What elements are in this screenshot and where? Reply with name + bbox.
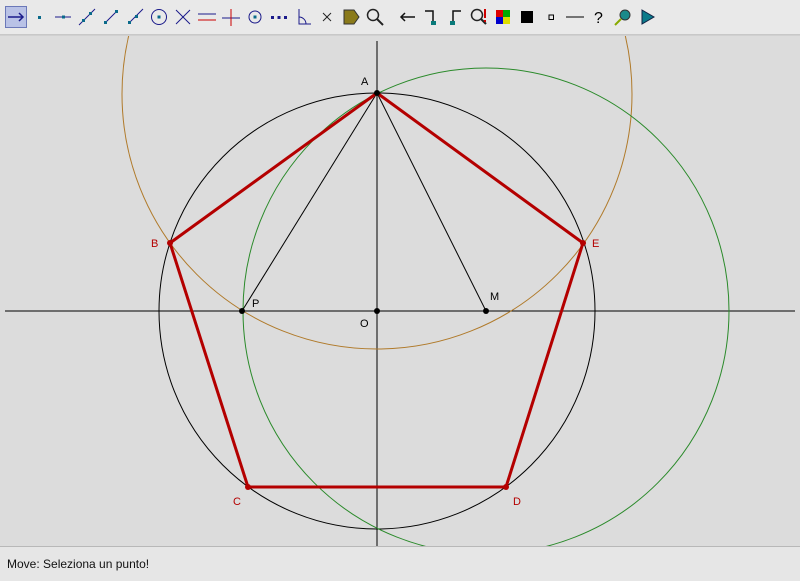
green-circle[interactable] xyxy=(242,67,730,546)
label-tag-icon xyxy=(343,9,360,25)
point-on-line-icon xyxy=(55,15,71,19)
angle-icon xyxy=(298,9,311,25)
center-point-tool-button[interactable] xyxy=(244,6,266,28)
hollow-square-icon xyxy=(548,14,554,20)
point-o[interactable] xyxy=(374,308,380,314)
segment-icon xyxy=(104,10,118,24)
line-icon xyxy=(78,8,96,26)
move-tool-button[interactable] xyxy=(5,6,27,28)
undo-tool-button[interactable] xyxy=(396,6,418,28)
delete-cross-icon xyxy=(322,12,332,22)
circle-center-icon xyxy=(248,10,262,24)
zoom-pin-icon xyxy=(614,9,631,26)
help-tool-button[interactable]: ? xyxy=(588,6,610,28)
point-c[interactable] xyxy=(245,484,251,490)
line-style-icon xyxy=(566,16,584,18)
point-m[interactable] xyxy=(483,308,489,314)
drawing-canvas[interactable]: A B C D E P M O xyxy=(0,35,800,546)
back-step-tool-button[interactable] xyxy=(444,6,466,28)
point-icon xyxy=(38,16,41,19)
segment-am[interactable] xyxy=(376,92,487,312)
midpoint-tool-button[interactable] xyxy=(268,6,290,28)
color-palette-icon xyxy=(496,10,510,24)
label-e: E xyxy=(592,238,599,250)
status-message: Move: Seleziona un punto! xyxy=(7,557,150,571)
geometry-figure[interactable]: A B C D E P M O xyxy=(0,36,800,546)
point-tool-button[interactable] xyxy=(28,6,50,28)
ray-tool-button[interactable] xyxy=(124,6,146,28)
label-b: B xyxy=(151,238,158,250)
play-icon xyxy=(641,9,655,25)
angle-tool-button[interactable] xyxy=(292,6,314,28)
macro-tool-button[interactable] xyxy=(468,6,490,28)
play-tool-button[interactable] xyxy=(636,6,658,28)
step-forward-icon xyxy=(425,10,436,25)
intersection-icon xyxy=(175,9,191,25)
label-c: C xyxy=(233,496,241,508)
question-mark-icon: ? xyxy=(594,10,603,27)
line-style-tool-button[interactable] xyxy=(564,6,586,28)
measure-tool-button[interactable] xyxy=(364,6,386,28)
color-tool-button[interactable] xyxy=(492,6,514,28)
point-on-object-tool-button[interactable] xyxy=(52,6,74,28)
line-tool-button[interactable] xyxy=(76,6,98,28)
back-arrow-icon xyxy=(399,12,415,22)
step-back-icon xyxy=(450,10,461,25)
filled-square-icon xyxy=(521,11,533,23)
label-a: A xyxy=(361,76,369,88)
move-arrow-icon xyxy=(8,12,25,22)
midpoint-icon xyxy=(271,16,287,19)
point-style-tool-button[interactable] xyxy=(540,6,562,28)
magnifier-icon xyxy=(366,8,384,26)
fill-tool-button[interactable] xyxy=(516,6,538,28)
circle-icon xyxy=(151,9,167,25)
status-bar: Move: Seleziona un punto! xyxy=(0,546,800,581)
point-b[interactable] xyxy=(167,240,173,246)
label-o: O xyxy=(360,318,369,330)
parallel-lines-icon xyxy=(198,13,216,21)
toolbar: ? xyxy=(0,0,800,35)
point-a[interactable] xyxy=(374,90,380,96)
perpendicular-icon xyxy=(222,9,240,26)
label-tool-button[interactable] xyxy=(340,6,362,28)
redo-step-tool-button[interactable] xyxy=(420,6,442,28)
label-m: M xyxy=(490,291,499,303)
ray-icon xyxy=(128,8,144,24)
parallel-line-tool-button[interactable] xyxy=(196,6,218,28)
label-p: P xyxy=(252,298,259,310)
segment-tool-button[interactable] xyxy=(100,6,122,28)
point-e[interactable] xyxy=(580,240,586,246)
delete-tool-button[interactable] xyxy=(316,6,338,28)
point-p[interactable] xyxy=(239,308,245,314)
perpendicular-line-tool-button[interactable] xyxy=(220,6,242,28)
intersection-tool-button[interactable] xyxy=(172,6,194,28)
label-d: D xyxy=(513,496,521,508)
zoom-tool-button[interactable] xyxy=(612,6,634,28)
point-d[interactable] xyxy=(503,484,509,490)
macro-icon xyxy=(470,8,487,25)
circle-tool-button[interactable] xyxy=(148,6,170,28)
svg-text:?: ? xyxy=(594,10,603,27)
